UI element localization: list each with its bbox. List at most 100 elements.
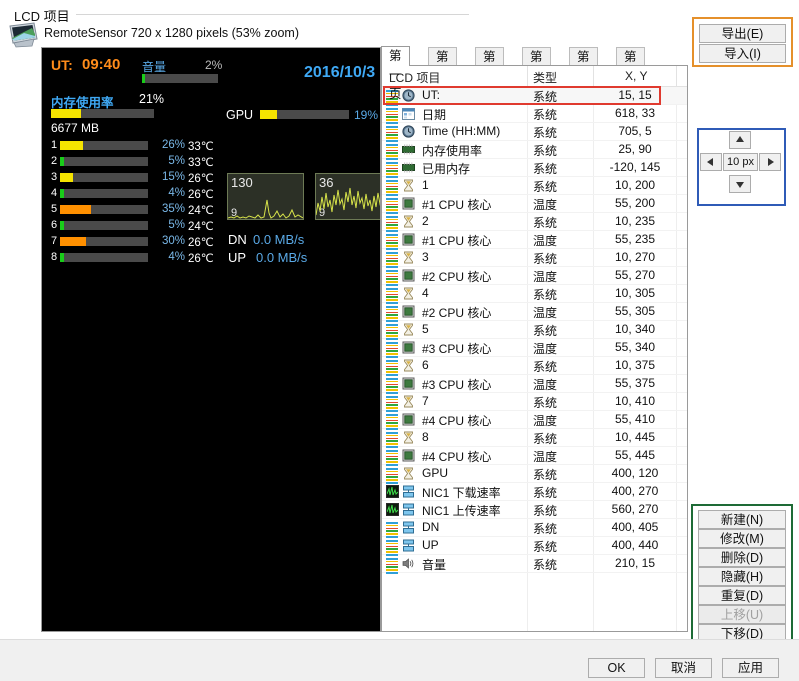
cpu-core-bar	[60, 189, 148, 198]
table-row[interactable]: DN系统400, 405	[382, 519, 687, 537]
nudge-panel: 10 px	[700, 131, 783, 203]
row-icons	[386, 215, 420, 228]
duplicate-button[interactable]: 重复(D)	[698, 586, 786, 605]
table-row[interactable]: 4系统10, 305	[382, 285, 687, 303]
table-row[interactable]: 日期系统618, 33	[382, 105, 687, 123]
row-item-xy: -120, 145	[599, 160, 671, 174]
table-row[interactable]: #2 CPU 核心温度55, 270	[382, 267, 687, 285]
cpu-core-temp: 33℃	[188, 139, 214, 153]
preview-date: 2016/10/3	[304, 64, 375, 82]
table-row[interactable]: 6系统10, 375	[382, 357, 687, 375]
row-item-xy: 10, 305	[599, 286, 671, 300]
table-row[interactable]: 已用内存系统-120, 145	[382, 159, 687, 177]
modify-button[interactable]: 修改(M)	[698, 529, 786, 548]
tab-page-6[interactable]: 第六页	[616, 47, 645, 66]
cpu-core-percent: 30%	[151, 235, 185, 247]
row-item-type: 温度	[533, 268, 557, 285]
column-header-type[interactable]: 类型	[533, 69, 557, 86]
cpu-core-percent: 5%	[151, 155, 185, 167]
table-row[interactable]: 2系统10, 235	[382, 213, 687, 231]
apply-button[interactable]: 应用	[722, 658, 779, 678]
memory-bar	[51, 109, 154, 118]
table-row[interactable]: Time (HH:MM)系统705, 5	[382, 123, 687, 141]
cancel-button[interactable]: 取消	[655, 658, 712, 678]
row-item-xy: 10, 375	[599, 358, 671, 372]
row-item-type: 系统	[533, 160, 557, 177]
cpu-core-bar	[60, 173, 148, 182]
tab-page-5[interactable]: 第五页	[569, 47, 598, 66]
lcd-items-list[interactable]: LCD 项目 类型 X, Y UT:系统15, 15日期系统618, 33Tim…	[381, 65, 688, 632]
tab-page-4[interactable]: 第四页	[522, 47, 551, 66]
table-row[interactable]: #1 CPU 核心温度55, 235	[382, 231, 687, 249]
table-row[interactable]: GPU系统400, 120	[382, 465, 687, 483]
table-row[interactable]: #4 CPU 核心温度55, 410	[382, 411, 687, 429]
tab-page-3[interactable]: 第三页	[475, 47, 504, 66]
table-row[interactable]: #3 CPU 核心温度55, 340	[382, 339, 687, 357]
tab-page-1[interactable]: 第一页	[381, 46, 410, 66]
lcd-preview[interactable]: UT: 09:40 音量 2% 2016/10/3 内存使用率 21% 6677…	[41, 47, 381, 632]
cpu-core-index: 7	[51, 235, 57, 247]
table-row[interactable]: NIC1 上传速率系统560, 270	[382, 501, 687, 519]
row-icons	[386, 539, 420, 552]
row-item-type: 系统	[533, 358, 557, 375]
column-header-xy[interactable]: X, Y	[625, 69, 647, 83]
export-button[interactable]: 导出(E)	[699, 24, 786, 43]
table-row[interactable]: 音量系统210, 15	[382, 555, 687, 573]
reorder-bars-icon	[386, 108, 398, 119]
reorder-bars-icon	[386, 180, 398, 191]
preview-gpu-label: GPU	[226, 108, 253, 122]
table-row[interactable]: UT:系统15, 15	[382, 87, 687, 105]
row-item-type: 系统	[533, 322, 557, 339]
ok-button[interactable]: OK	[588, 658, 645, 678]
table-row[interactable]: #4 CPU 核心温度55, 445	[382, 447, 687, 465]
nudge-up-button[interactable]	[729, 131, 751, 149]
preview-caption: RemoteSensor 720 x 1280 pixels (53% zoom…	[44, 26, 299, 40]
preview-ut-label: UT:	[51, 57, 73, 73]
row-item-xy: 15, 15	[599, 88, 671, 102]
new-button[interactable]: 新建(N)	[698, 510, 786, 529]
row-item-name: GPU	[422, 466, 448, 480]
reorder-bars-icon	[386, 288, 398, 299]
row-icons	[386, 251, 420, 264]
table-row[interactable]: 内存使用率系统25, 90	[382, 141, 687, 159]
row-icons	[386, 161, 420, 174]
row-item-name: 2	[422, 214, 429, 228]
table-row[interactable]: #3 CPU 核心温度55, 375	[382, 375, 687, 393]
table-row[interactable]: 5系统10, 340	[382, 321, 687, 339]
hourglass-icon	[402, 287, 415, 300]
network-icon	[402, 521, 415, 534]
row-item-xy: 10, 410	[599, 394, 671, 408]
row-item-type: 系统	[533, 178, 557, 195]
nudge-down-button[interactable]	[729, 175, 751, 193]
table-row[interactable]: 3系统10, 270	[382, 249, 687, 267]
hide-button[interactable]: 隐藏(H)	[698, 567, 786, 586]
delete-button[interactable]: 删除(D)	[698, 548, 786, 567]
list-header[interactable]: LCD 项目 类型 X, Y	[382, 66, 687, 87]
table-row[interactable]: 7系统10, 410	[382, 393, 687, 411]
table-row[interactable]: NIC1 下载速率系统400, 270	[382, 483, 687, 501]
nudge-step-field[interactable]: 10 px	[723, 153, 758, 171]
tab-page-2[interactable]: 第二页	[428, 47, 457, 66]
table-row[interactable]: #1 CPU 核心温度55, 200	[382, 195, 687, 213]
table-row[interactable]: #2 CPU 核心温度55, 305	[382, 303, 687, 321]
table-row[interactable]: UP系统400, 440	[382, 537, 687, 555]
table-row[interactable]: 8系统10, 445	[382, 429, 687, 447]
row-item-xy: 55, 410	[599, 412, 671, 426]
cpu-icon	[402, 305, 415, 318]
graph-1-max: 130	[231, 175, 253, 190]
row-item-name: NIC1 上传速率	[422, 502, 501, 519]
nudge-right-button[interactable]	[759, 153, 781, 171]
reorder-bars-icon	[386, 324, 398, 335]
cpu-icon	[402, 377, 415, 390]
reorder-bars-icon	[386, 216, 398, 227]
move-up-button: 上移(U)	[698, 605, 786, 624]
table-row[interactable]: 1系统10, 200	[382, 177, 687, 195]
import-button[interactable]: 导入(I)	[699, 44, 786, 63]
nudge-left-button[interactable]	[700, 153, 722, 171]
cpu-icon	[402, 233, 415, 246]
monitor-icon	[8, 22, 38, 48]
row-icons	[386, 503, 420, 516]
hourglass-icon	[402, 467, 415, 480]
calendar-icon	[402, 107, 415, 120]
row-icons	[386, 521, 420, 534]
